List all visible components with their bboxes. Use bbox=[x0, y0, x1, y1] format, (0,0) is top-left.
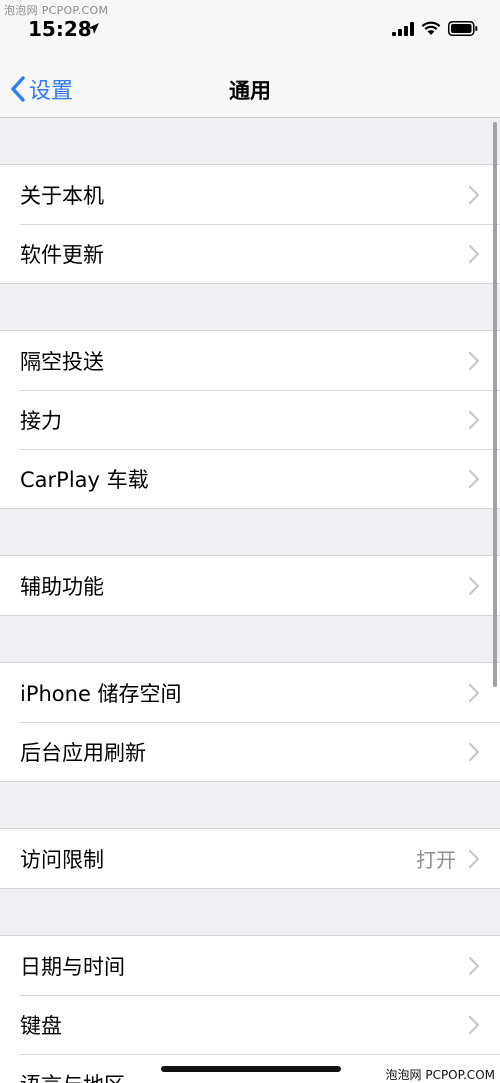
row-handoff[interactable]: 接力 bbox=[0, 390, 500, 449]
status-bar: 泡泡网 PCPOP.COM 15:28 bbox=[0, 0, 500, 60]
row-carplay[interactable]: CarPlay 车载 bbox=[0, 449, 500, 508]
chevron-right-icon bbox=[468, 1015, 480, 1034]
row-label: 隔空投送 bbox=[20, 349, 104, 374]
row-label: iPhone 储存空间 bbox=[20, 681, 182, 706]
row-restrictions[interactable]: 访问限制 打开 bbox=[0, 829, 500, 888]
page-title: 通用 bbox=[229, 79, 271, 103]
row-label: 访问限制 bbox=[20, 847, 104, 872]
row-keyboard[interactable]: 键盘 bbox=[0, 995, 500, 1054]
chevron-right-icon bbox=[468, 410, 480, 429]
chevron-right-icon bbox=[468, 576, 480, 595]
row-airdrop[interactable]: 隔空投送 bbox=[0, 331, 500, 390]
group-about: 关于本机 软件更新 bbox=[0, 164, 500, 284]
group-restrictions: 访问限制 打开 bbox=[0, 828, 500, 889]
home-indicator[interactable] bbox=[161, 1066, 341, 1072]
scroll-indicator[interactable] bbox=[493, 122, 497, 687]
chevron-right-icon bbox=[468, 683, 480, 702]
row-label: 日期与时间 bbox=[20, 954, 125, 979]
chevron-right-icon bbox=[468, 244, 480, 263]
group-accessibility: 辅助功能 bbox=[0, 555, 500, 616]
group-continuity: 隔空投送 接力 CarPlay 车载 bbox=[0, 330, 500, 509]
battery-icon bbox=[448, 21, 478, 36]
row-label: 接力 bbox=[20, 408, 62, 433]
status-time: 15:28 bbox=[28, 17, 92, 41]
cellular-signal-icon bbox=[392, 21, 414, 36]
chevron-right-icon bbox=[468, 469, 480, 488]
settings-list: 关于本机 软件更新 隔空投送 接力 CarPlay 车载 辅助功能 iPhone… bbox=[0, 118, 500, 1083]
row-label: 辅助功能 bbox=[20, 574, 104, 599]
group-date-keyboard: 日期与时间 键盘 语言与地区 bbox=[0, 935, 500, 1083]
row-background-app-refresh[interactable]: 后台应用刷新 bbox=[0, 722, 500, 781]
row-label: CarPlay 车载 bbox=[20, 467, 149, 492]
watermark-top: 泡泡网 PCPOP.COM bbox=[4, 4, 109, 17]
row-label: 关于本机 bbox=[20, 183, 104, 208]
wifi-icon bbox=[421, 21, 441, 35]
row-about[interactable]: 关于本机 bbox=[0, 165, 500, 224]
row-label: 后台应用刷新 bbox=[20, 740, 146, 765]
row-date-time[interactable]: 日期与时间 bbox=[0, 936, 500, 995]
navigation-bar: 设置 通用 bbox=[0, 60, 500, 118]
row-software-update[interactable]: 软件更新 bbox=[0, 224, 500, 283]
row-label: 键盘 bbox=[20, 1013, 62, 1038]
location-arrow-icon bbox=[88, 23, 99, 34]
row-iphone-storage[interactable]: iPhone 储存空间 bbox=[0, 663, 500, 722]
chevron-right-icon bbox=[468, 351, 480, 370]
row-label: 软件更新 bbox=[20, 242, 104, 267]
chevron-right-icon bbox=[468, 956, 480, 975]
chevron-right-icon bbox=[468, 849, 480, 868]
group-storage: iPhone 储存空间 后台应用刷新 bbox=[0, 662, 500, 782]
row-accessibility[interactable]: 辅助功能 bbox=[0, 556, 500, 615]
restrictions-status: 打开 bbox=[416, 848, 456, 872]
watermark-bottom: 泡泡网 PCPOP.COM bbox=[383, 1065, 497, 1083]
chevron-right-icon bbox=[468, 742, 480, 761]
status-icons bbox=[392, 21, 478, 36]
chevron-right-icon bbox=[468, 185, 480, 204]
settings-general-screen: 泡泡网 PCPOP.COM 15:28 设置 通用 关于本机 软件更新 隔空投送… bbox=[0, 0, 500, 1083]
